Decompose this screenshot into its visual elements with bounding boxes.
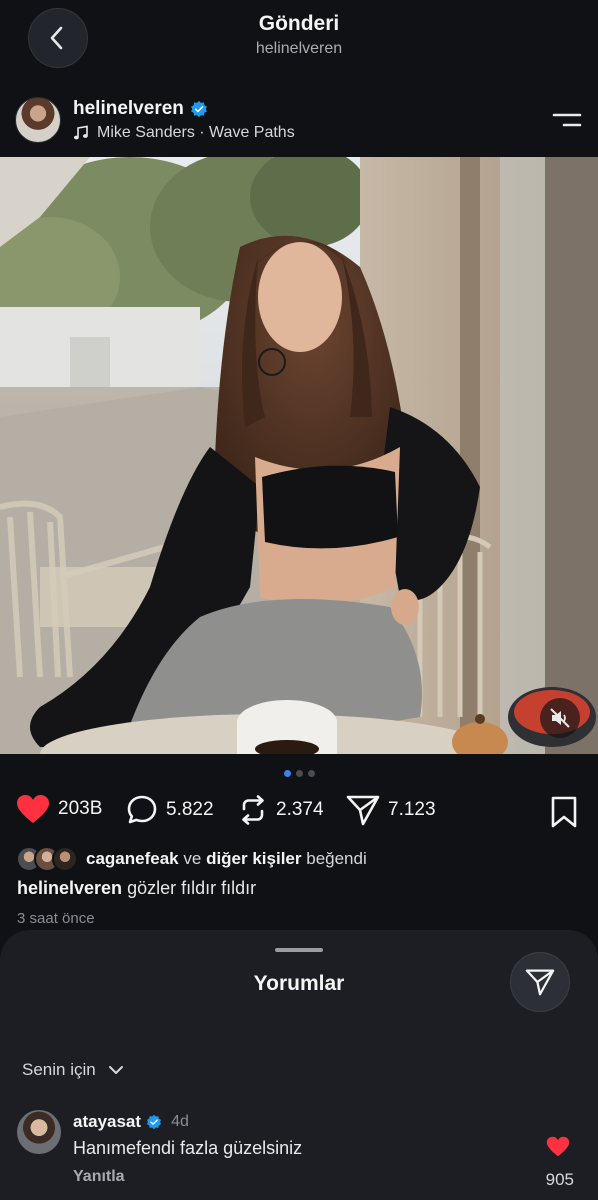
liked-by-row[interactable]: caganefeak ve diğer kişiler beğendi: [16, 846, 367, 872]
like-button[interactable]: 203B: [16, 794, 102, 824]
comments-title: Yorumlar: [253, 972, 345, 995]
commenter-avatar[interactable]: [17, 1110, 61, 1154]
comments-sheet: Yorumlar Senin için atayasat 4d Hanımefe…: [0, 930, 598, 1200]
author-name[interactable]: helinelveren: [73, 98, 184, 120]
menu-icon: [552, 113, 582, 127]
liked-others[interactable]: diğer kişiler: [206, 849, 301, 868]
repost-count: 2.374: [276, 799, 324, 820]
liked-connector: ve: [183, 849, 202, 868]
mute-button[interactable]: [540, 698, 580, 738]
post-caption: helinelveren gözler fıldır fıldır: [17, 878, 256, 899]
repost-button[interactable]: 2.374: [238, 794, 324, 826]
sheet-drag-handle[interactable]: [275, 948, 323, 952]
post-author-row: helinelveren Mike Sanders · Wave Paths: [0, 92, 598, 150]
liked-suffix: beğendi: [306, 849, 367, 868]
comment-like-button[interactable]: [546, 1136, 570, 1162]
music-line[interactable]: Mike Sanders · Wave Paths: [73, 124, 295, 142]
carousel-dot[interactable]: [283, 770, 291, 777]
carousel-indicator: [0, 770, 598, 777]
carousel-dot[interactable]: [295, 770, 303, 777]
send-icon: [525, 969, 555, 996]
action-bar: 203B 5.822 2.374 7.123: [0, 794, 598, 834]
commenter-header: atayasat 4d: [73, 1112, 189, 1132]
liker-avatar: [52, 846, 78, 872]
share-count: 7.123: [388, 799, 436, 820]
carousel-dot[interactable]: [307, 770, 315, 777]
comment-text: Hanımefendi fazla güzelsiniz: [73, 1138, 303, 1158]
page-subtitle: helinelveren: [255, 40, 343, 57]
filter-label: Senin için: [22, 1060, 96, 1079]
post-photo[interactable]: [0, 157, 598, 754]
comment-icon: [127, 795, 157, 824]
verified-icon: [147, 1114, 162, 1130]
liked-by-text: caganefeak ve diğer kişiler beğendi: [86, 849, 367, 869]
comment-age: 4d: [171, 1113, 189, 1130]
like-count: 203B: [58, 798, 103, 819]
heart-icon: [546, 1136, 570, 1157]
reply-button[interactable]: Yanıtla: [73, 1168, 125, 1186]
author-name-wrap[interactable]: helinelveren: [73, 98, 208, 120]
share-icon: [346, 795, 380, 826]
share-button[interactable]: 7.123: [346, 794, 436, 826]
mute-icon: [550, 708, 570, 728]
repost-icon: [242, 795, 264, 825]
photo-illustration: [0, 157, 598, 754]
bookmark-icon: [551, 796, 577, 828]
chevron-down-icon: [108, 1066, 123, 1074]
music-label: Mike Sanders · Wave Paths: [97, 124, 295, 141]
comment-like-count: 905: [545, 1170, 574, 1189]
author-avatar[interactable]: [15, 97, 61, 143]
verified-icon: [190, 100, 207, 118]
commenter-username[interactable]: atayasat: [73, 1112, 141, 1132]
comment-item: atayasat 4d Hanımefendi fazla güzelsiniz…: [0, 1108, 598, 1198]
menu-button[interactable]: [550, 108, 584, 132]
liker-username[interactable]: caganefeak: [86, 849, 179, 868]
caption-username[interactable]: helinelveren: [17, 878, 122, 898]
page-title: Gönderi: [258, 12, 340, 35]
music-icon: [74, 125, 88, 140]
header: Gönderi helinelveren: [0, 0, 598, 86]
share-sheet-button[interactable]: [510, 952, 570, 1012]
caption-text: gözler fıldır fıldır: [127, 878, 257, 898]
comment-count: 5.822: [166, 799, 214, 820]
comment-filter-dropdown[interactable]: Senin için: [22, 1060, 124, 1080]
bookmark-button[interactable]: [550, 796, 578, 833]
post-timestamp: 3 saat önce: [17, 910, 95, 927]
comment-button[interactable]: 5.822: [126, 794, 214, 826]
heart-icon: [17, 795, 49, 823]
